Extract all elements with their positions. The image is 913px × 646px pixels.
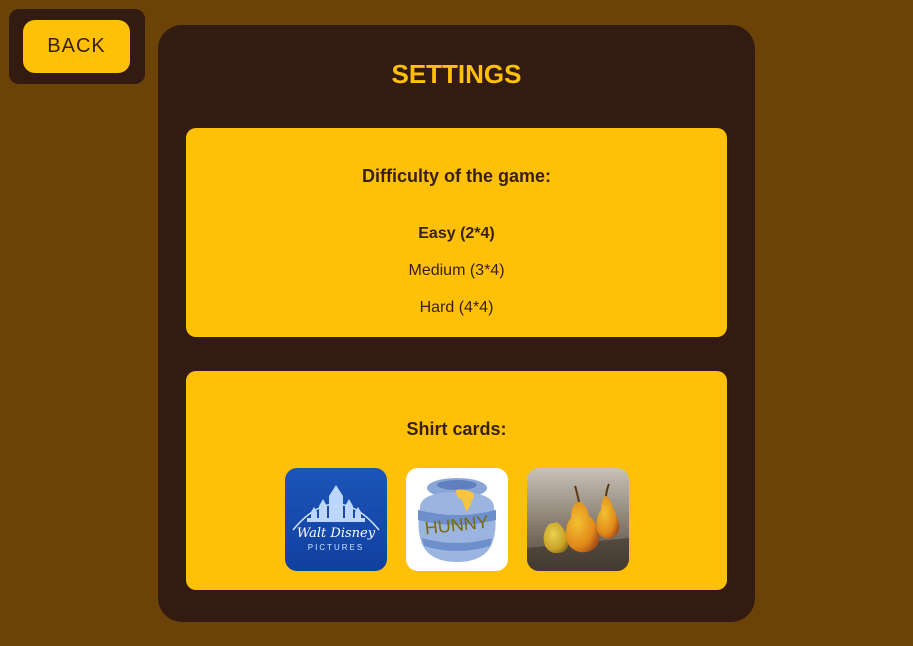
pears-photo: [526, 468, 629, 571]
shirt-cards-card: Shirt cards: Walt Disney PICTURES HUNNY: [186, 371, 727, 590]
difficulty-option-hard[interactable]: Hard (4*4): [186, 299, 727, 317]
back-button-container: BACK: [9, 9, 145, 84]
shirt-cards-heading: Shirt cards:: [406, 419, 507, 439]
hunny-pot-image: HUNNY: [405, 468, 508, 571]
back-button[interactable]: BACK: [23, 20, 130, 73]
difficulty-option-easy[interactable]: Easy (2*4): [186, 225, 727, 243]
shirt-option-hunny[interactable]: HUNNY: [405, 468, 508, 571]
difficulty-option-medium[interactable]: Medium (3*4): [186, 262, 727, 280]
walt-disney-pictures-logo: Walt Disney PICTURES: [284, 468, 387, 571]
svg-text:PICTURES: PICTURES: [307, 543, 363, 552]
shirt-option-pears[interactable]: [526, 468, 629, 571]
shirt-option-disney[interactable]: Walt Disney PICTURES: [284, 468, 387, 571]
page-title: SETTINGS: [391, 59, 522, 89]
svg-text:Walt Disney: Walt Disney: [296, 526, 375, 541]
shirt-options: Walt Disney PICTURES HUNNY: [186, 468, 727, 571]
difficulty-card: Difficulty of the game: Easy (2*4) Mediu…: [186, 128, 727, 337]
difficulty-heading: Difficulty of the game:: [361, 166, 551, 186]
settings-panel: SETTINGS Difficulty of the game: Easy (2…: [158, 25, 755, 622]
